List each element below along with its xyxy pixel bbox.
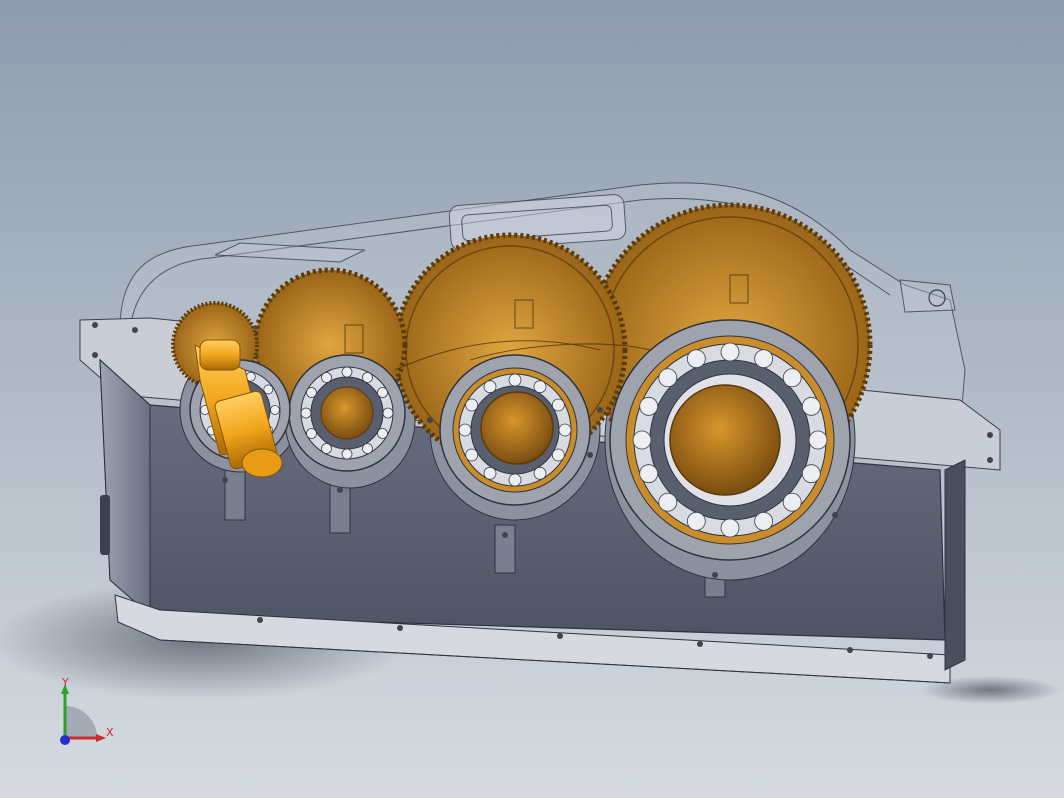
bearing-roller: [782, 492, 802, 512]
bolt-hole: [847, 647, 853, 653]
bearing-roller: [533, 380, 547, 394]
bearing-roller: [362, 443, 373, 454]
bolt-hole: [92, 322, 98, 328]
bearing-roller: [754, 349, 774, 369]
bearing-roller: [306, 428, 317, 439]
bearing-roller: [558, 423, 572, 437]
bolt-hole: [337, 487, 343, 493]
bearing-roller: [754, 511, 774, 531]
bearing-roller: [362, 372, 373, 383]
bolt-hole: [92, 352, 98, 358]
bearing-roller: [508, 373, 522, 387]
bearing-roller: [300, 407, 312, 419]
bolt-hole: [832, 512, 838, 518]
bearing-roller: [533, 466, 547, 480]
bolt-hole: [697, 641, 703, 647]
bearing-roller: [658, 492, 678, 512]
bearing-roller: [483, 466, 497, 480]
bolt-hole: [597, 407, 603, 413]
bearing-roller: [686, 349, 706, 369]
graphics-viewport[interactable]: Y X: [0, 0, 1064, 798]
triad-plane-shading: [65, 706, 97, 738]
output-shaft-end[interactable]: [669, 384, 781, 496]
bearing-roller: [639, 464, 659, 484]
bolt-hole: [927, 653, 933, 659]
bearing-roller: [377, 428, 388, 439]
bolt-hole: [132, 327, 138, 333]
bearing-roller: [551, 398, 565, 412]
view-orientation-triad[interactable]: Y X: [50, 676, 120, 752]
bolt-hole: [502, 532, 508, 538]
bearing-roller: [720, 518, 740, 538]
bolt-hole: [427, 417, 433, 423]
bolt-hole: [257, 617, 263, 623]
bearing-roller: [270, 405, 280, 415]
bearing-roller: [321, 443, 332, 454]
bearing-roller: [658, 368, 678, 388]
bearing-roller: [632, 430, 652, 450]
bolt-hole: [987, 457, 993, 463]
side-slot: [100, 495, 110, 555]
y-axis-label: Y: [61, 676, 69, 689]
bearing-roller: [341, 366, 353, 378]
intermediate-shaft-end[interactable]: [480, 391, 554, 465]
bearing-roller: [321, 372, 332, 383]
bearing-roller: [801, 396, 821, 416]
x-axis-head: [96, 734, 106, 742]
bearing-roller: [306, 387, 317, 398]
bolt-hole: [987, 432, 993, 438]
bearing-roller: [341, 448, 353, 460]
bearing-roller: [720, 342, 740, 362]
bolt-hole: [712, 572, 718, 578]
bolt-hole: [557, 633, 563, 639]
bearing-roller: [508, 473, 522, 487]
bearing-roller: [808, 430, 828, 450]
bearing-roller: [263, 384, 274, 395]
bearing-roller: [465, 448, 479, 462]
bearing-roller: [465, 398, 479, 412]
z-axis-dot: [60, 735, 70, 745]
bearing-roller: [782, 368, 802, 388]
gearbox-model-view[interactable]: [0, 0, 1064, 798]
bearing-roller: [483, 380, 497, 394]
bolt-hole: [222, 477, 228, 483]
bearing-roller: [551, 448, 565, 462]
bolt-hole: [587, 452, 593, 458]
bearing-roller: [801, 464, 821, 484]
bearing-roller: [377, 387, 388, 398]
bearing-roller: [686, 511, 706, 531]
bearing-roller: [639, 396, 659, 416]
bolt-hole: [397, 625, 403, 631]
x-axis-label: X: [106, 726, 114, 739]
bearing-roller: [458, 423, 472, 437]
bearing-roller: [382, 407, 394, 419]
